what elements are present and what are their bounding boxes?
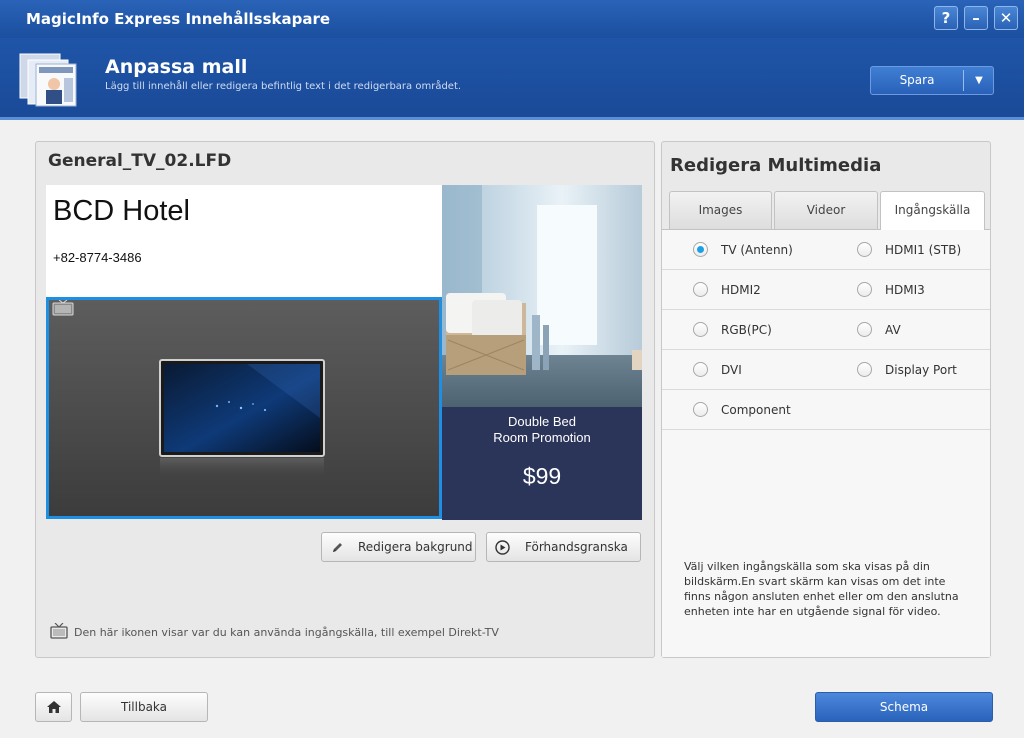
save-button[interactable]: Spara ▼ <box>870 66 994 95</box>
tab-input-source[interactable]: Ingångskälla <box>880 191 985 230</box>
help-button[interactable]: ? <box>934 6 958 30</box>
hotel-name-text[interactable]: BCD Hotel <box>53 195 190 228</box>
back-button[interactable]: Tillbaka <box>80 692 208 722</box>
template-canvas: BCD Hotel +82-8774-3486 Double Bed Room … <box>46 185 642 520</box>
source-label: HDMI2 <box>721 282 761 297</box>
radio[interactable] <box>857 242 872 257</box>
edit-background-label: Redigera bakgrund <box>358 540 473 554</box>
close-button[interactable]: ✕ <box>994 6 1018 30</box>
template-file-name: General_TV_02.LFD <box>48 151 232 171</box>
radio-selected[interactable] <box>693 242 708 257</box>
radio[interactable] <box>857 322 872 337</box>
save-button-label: Spara <box>899 73 935 87</box>
radio[interactable] <box>693 282 708 297</box>
source-component[interactable]: Component <box>693 402 791 417</box>
tv-source-icon <box>52 300 74 316</box>
source-hint-text: Den här ikonen visar var du kan använda … <box>74 626 499 639</box>
hotel-phone-text[interactable]: +82-8774-3486 <box>53 250 142 265</box>
room-photo-image <box>442 185 642 407</box>
radio[interactable] <box>693 402 708 417</box>
page-subtitle: Lägg till innehåll eller redigera befint… <box>105 81 462 92</box>
window-title: MagicInfo Express Innehållsskapare <box>26 10 331 28</box>
promo-line-1[interactable]: Double Bed <box>442 414 642 429</box>
preview-label: Förhandsgranska <box>525 540 628 554</box>
source-hdmi1[interactable]: HDMI1 (STB) <box>857 242 961 257</box>
play-icon <box>495 540 510 555</box>
edit-background-button[interactable]: Redigera bakgrund <box>321 532 476 562</box>
source-tv-antenna[interactable]: TV (Antenn) <box>693 242 793 257</box>
room-photo[interactable] <box>442 185 642 407</box>
source-label: HDMI1 (STB) <box>885 242 962 257</box>
radio[interactable] <box>857 282 872 297</box>
preview-button[interactable]: Förhandsgranska <box>486 532 641 562</box>
home-button[interactable] <box>35 692 72 722</box>
pencil-icon <box>333 543 342 552</box>
promo-price[interactable]: $99 <box>442 463 642 490</box>
multimedia-panel-title: Redigera Multimedia <box>670 155 882 176</box>
source-label: AV <box>885 322 901 337</box>
source-dvi[interactable]: DVI <box>693 362 742 377</box>
radio[interactable] <box>693 322 708 337</box>
input-source-area[interactable] <box>46 297 442 519</box>
multimedia-panel: Redigera Multimedia Images Videor Ingång… <box>661 141 991 658</box>
promo-line-2[interactable]: Room Promotion <box>442 430 642 445</box>
template-stack-icon <box>19 53 77 107</box>
input-source-description: Välj vilken ingångskälla som ska visas p… <box>684 560 959 618</box>
page-title: Anpassa mall <box>105 56 248 78</box>
source-label: Display Port <box>885 362 957 377</box>
source-label: RGB(PC) <box>721 322 772 337</box>
source-av[interactable]: AV <box>857 322 901 337</box>
source-row: RGB(PC) AV <box>662 310 990 350</box>
title-bar: MagicInfo Express Innehållsskapare ? – ✕ <box>0 0 1024 38</box>
radio[interactable] <box>857 362 872 377</box>
source-label: DVI <box>721 362 742 377</box>
chevron-down-icon[interactable]: ▼ <box>964 67 994 94</box>
hotel-text-area[interactable]: BCD Hotel +82-8774-3486 <box>46 185 442 297</box>
tv-source-hint-icon <box>50 623 68 639</box>
template-panel: General_TV_02.LFD BCD Hotel +82-8774-348… <box>35 141 655 658</box>
promotion-area[interactable]: Double Bed Room Promotion $99 <box>442 407 642 520</box>
source-row: HDMI2 HDMI3 <box>662 270 990 310</box>
source-label: TV (Antenn) <box>721 242 793 257</box>
tab-images[interactable]: Images <box>669 191 772 229</box>
source-hdmi3[interactable]: HDMI3 <box>857 282 925 297</box>
radio[interactable] <box>693 362 708 377</box>
source-label: Component <box>721 402 791 417</box>
source-hdmi2[interactable]: HDMI2 <box>693 282 761 297</box>
page-header: Anpassa mall Lägg till innehåll eller re… <box>0 38 1024 120</box>
tab-videos[interactable]: Videor <box>774 191 878 229</box>
home-icon <box>47 701 61 713</box>
source-display-port[interactable]: Display Port <box>857 362 957 377</box>
source-row: TV (Antenn) HDMI1 (STB) <box>662 230 990 270</box>
minimize-button[interactable]: – <box>964 6 988 30</box>
source-row: Component <box>662 390 990 430</box>
source-row: DVI Display Port <box>662 350 990 390</box>
source-rgb-pc[interactable]: RGB(PC) <box>693 322 772 337</box>
tv-illustration <box>159 359 325 478</box>
source-label: HDMI3 <box>885 282 925 297</box>
schedule-button[interactable]: Schema <box>815 692 993 722</box>
